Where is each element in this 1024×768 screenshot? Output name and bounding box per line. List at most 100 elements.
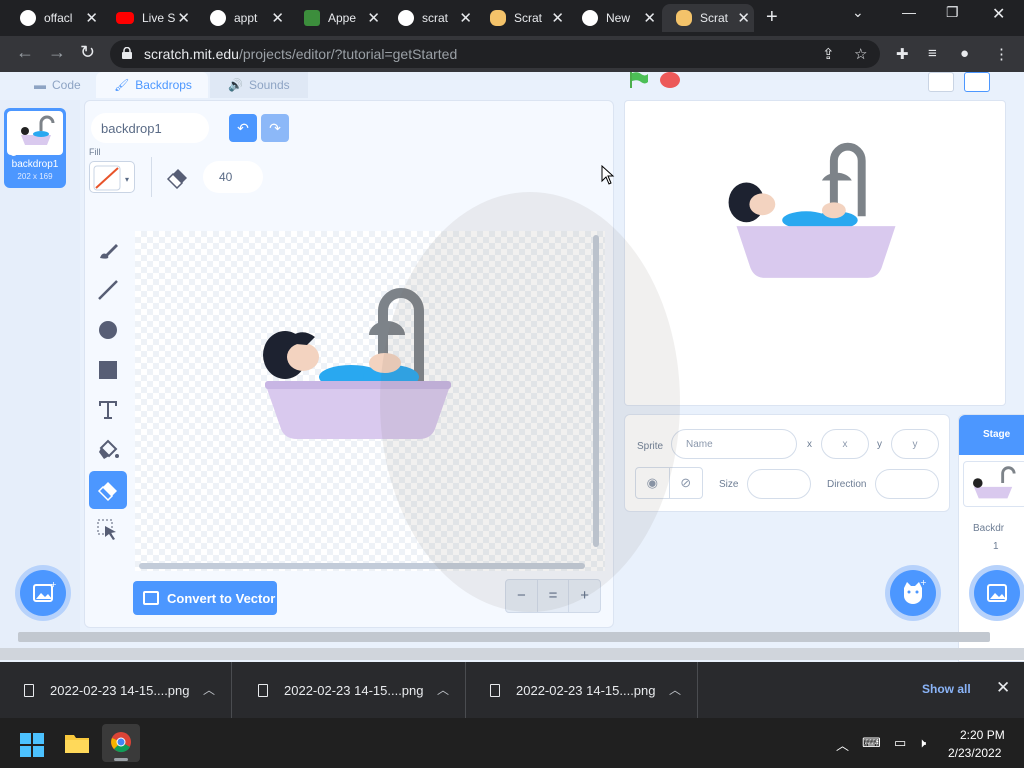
network-icon[interactable]: ▭: [894, 735, 906, 751]
fill-tool[interactable]: [89, 431, 127, 469]
restore-icon[interactable]: ❐: [946, 4, 959, 21]
stage-target-panel[interactable]: Stage Backdr 1: [958, 414, 1024, 662]
sprite-name-input[interactable]: Name: [671, 429, 797, 459]
close-tab-icon[interactable]: ✕: [177, 9, 190, 27]
clock-time[interactable]: 2:20 PM: [960, 728, 1005, 742]
canvas-vertical-scrollbar[interactable]: [593, 235, 599, 547]
google-icon: [398, 10, 414, 26]
profile-icon[interactable]: ●: [960, 45, 969, 62]
new-tab-icon[interactable]: +: [766, 6, 778, 29]
browser-tab[interactable]: Appe ✕: [290, 4, 384, 32]
rectangle-tool[interactable]: [89, 351, 127, 389]
close-tab-icon[interactable]: ✕: [85, 9, 98, 27]
media-control-icon[interactable]: ≡: [928, 45, 937, 62]
download-item[interactable]: 2022-02-23 14-15....png ︿: [0, 662, 232, 718]
browser-tab[interactable]: New ✕: [568, 4, 660, 32]
brush-tool[interactable]: [89, 231, 127, 269]
page-horizontal-scrollbar[interactable]: [18, 632, 990, 642]
redo-button[interactable]: ↷: [261, 114, 289, 142]
select-tool[interactable]: [89, 511, 127, 549]
share-icon[interactable]: ⇪: [822, 45, 835, 63]
keyboard-icon[interactable]: ⌨: [862, 735, 881, 751]
tab-sounds[interactable]: 🔊 Sounds: [210, 72, 308, 98]
choose-sprite-button[interactable]: +: [890, 570, 936, 616]
close-tab-icon[interactable]: ✕: [271, 9, 284, 27]
browser-tab-active[interactable]: Scrat ✕: [662, 4, 754, 32]
choose-backdrop-button-stage[interactable]: [974, 570, 1020, 616]
eraser-size-input[interactable]: 40: [203, 161, 263, 193]
size-input[interactable]: [747, 469, 811, 499]
volume-icon[interactable]: 🕨: [918, 735, 926, 751]
text-t-icon: [99, 401, 117, 419]
close-download-shelf-icon[interactable]: ✕: [996, 678, 1010, 698]
chevron-up-icon[interactable]: ︿: [836, 735, 849, 754]
tab-backdrops[interactable]: 🖌 Backdrops: [96, 72, 208, 98]
menu-icon[interactable]: ⋮: [994, 45, 1009, 63]
tab-search-icon[interactable]: ⌄: [852, 4, 864, 21]
chevron-up-icon[interactable]: ︿: [669, 681, 681, 698]
back-icon[interactable]: ←: [16, 42, 34, 63]
windows-start-icon[interactable]: [20, 733, 44, 757]
eraser-tool[interactable]: [89, 471, 127, 509]
chevron-up-icon[interactable]: ︿: [437, 681, 449, 698]
stage[interactable]: [624, 100, 1006, 406]
undo-button[interactable]: ↶: [229, 114, 257, 142]
chrome-taskbar-button[interactable]: [102, 724, 140, 762]
reload-icon[interactable]: ↻: [80, 42, 95, 63]
tab-title: appt: [234, 11, 258, 25]
close-tab-icon[interactable]: ✕: [367, 9, 380, 27]
tab-backdrops-label: Backdrops: [135, 78, 192, 92]
convert-button-label: Convert to Vector: [167, 590, 276, 606]
browser-tab[interactable]: scrat ✕: [384, 4, 476, 32]
close-tab-icon[interactable]: ✕: [643, 9, 656, 27]
clock-date[interactable]: 2/23/2022: [948, 746, 1001, 760]
backdrop-name-input[interactable]: backdrop1: [91, 113, 209, 143]
zoom-out-button[interactable]: −: [506, 580, 538, 612]
show-all-downloads-link[interactable]: Show all: [922, 682, 971, 696]
canvas-horizontal-scrollbar[interactable]: [139, 563, 585, 569]
tab-title: Live S: [142, 11, 176, 25]
eye-hide-icon[interactable]: ⊘: [670, 468, 703, 498]
address-bar[interactable]: scratch.mit.edu/projects/editor/?tutoria…: [110, 40, 880, 68]
svg-text:+: +: [50, 580, 57, 589]
zoom-reset-button[interactable]: =: [538, 580, 570, 612]
choose-backdrop-button[interactable]: +: [20, 570, 66, 616]
close-tab-icon[interactable]: ✕: [737, 9, 750, 27]
chevron-up-icon[interactable]: ︿: [203, 681, 215, 698]
browser-tab[interactable]: Scrat ✕: [476, 4, 568, 32]
stop-button[interactable]: [660, 72, 680, 88]
tab-code-label: Code: [52, 78, 81, 92]
text-tool[interactable]: [89, 391, 127, 429]
extensions-icon[interactable]: ✚: [896, 45, 909, 63]
svg-text:▾: ▾: [125, 175, 129, 184]
url-text: scratch.mit.edu/projects/editor/?tutoria…: [144, 46, 457, 62]
convert-to-vector-button[interactable]: Convert to Vector: [133, 581, 277, 615]
fill-color-picker[interactable]: ▾: [89, 161, 135, 193]
direction-input[interactable]: [875, 469, 939, 499]
large-stage-button[interactable]: [964, 72, 990, 92]
green-flag-icon[interactable]: [628, 72, 650, 88]
close-window-icon[interactable]: ✕: [992, 4, 1005, 24]
x-input[interactable]: x: [821, 429, 869, 459]
close-tab-icon[interactable]: ✕: [551, 9, 564, 27]
line-tool[interactable]: [89, 271, 127, 309]
close-tab-icon[interactable]: ✕: [459, 9, 472, 27]
download-item[interactable]: 2022-02-23 14-15....png ︿: [234, 662, 466, 718]
paint-canvas[interactable]: [135, 231, 605, 571]
backdrop-thumbnail-selected[interactable]: 1 backdrop1 202 x 169: [4, 108, 66, 188]
browser-tab[interactable]: offacl ✕: [6, 4, 102, 32]
eye-show-icon[interactable]: ◉: [636, 468, 670, 498]
bookmark-star-icon[interactable]: ☆: [854, 45, 867, 63]
download-item[interactable]: 2022-02-23 14-15....png ︿: [466, 662, 698, 718]
browser-tab[interactable]: Live S ✕: [102, 4, 194, 32]
browser-tab[interactable]: appt ✕: [196, 4, 288, 32]
minimize-icon[interactable]: —: [902, 4, 916, 20]
small-stage-button[interactable]: [928, 72, 954, 92]
forward-icon[interactable]: →: [48, 42, 66, 63]
y-input[interactable]: y: [891, 429, 939, 459]
zoom-in-button[interactable]: +: [569, 580, 600, 612]
circle-tool[interactable]: [89, 311, 127, 349]
tab-code[interactable]: ▬ Code: [16, 72, 92, 98]
download-shelf: 2022-02-23 14-15....png ︿ 2022-02-23 14-…: [0, 662, 1024, 718]
file-explorer-icon[interactable]: [64, 732, 90, 754]
